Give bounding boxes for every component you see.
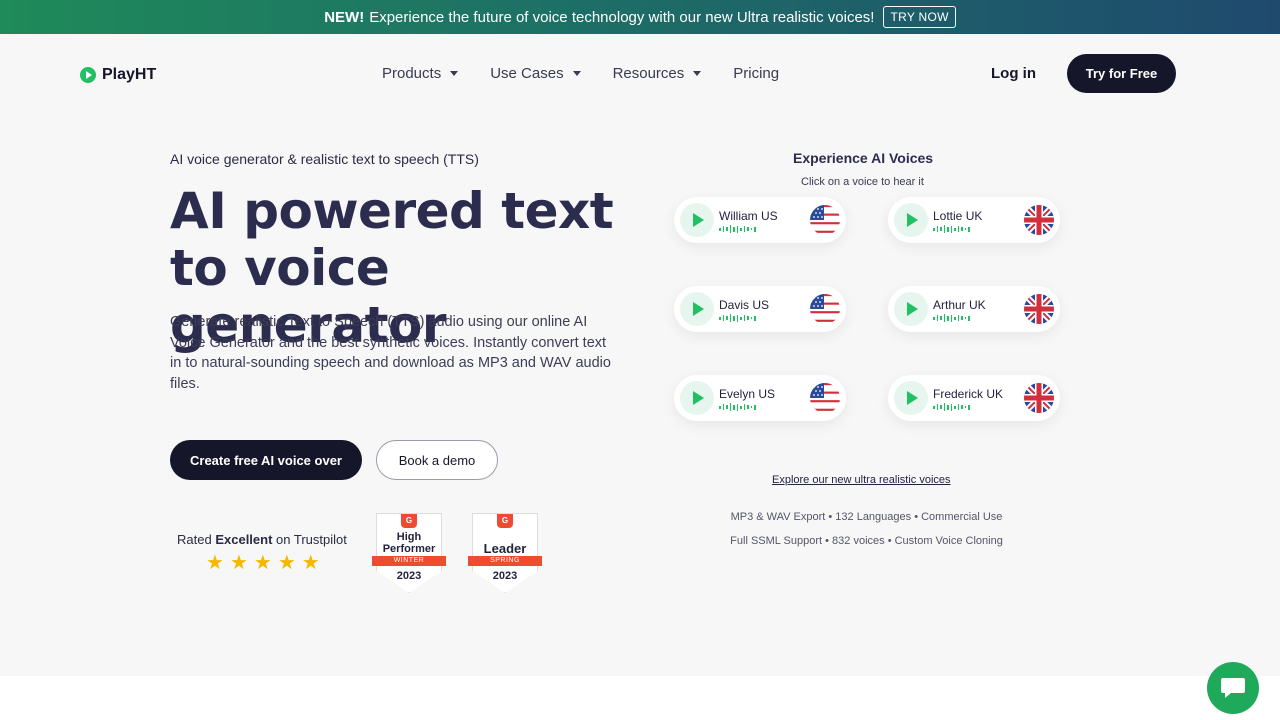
rated-suffix: on Trustpilot	[276, 532, 347, 547]
hero-description: Generate realistic Text to Speech (TTS) …	[170, 314, 611, 392]
badge-year: 2023	[492, 570, 518, 582]
us-flag-icon	[810, 383, 840, 413]
rated-bold: Excellent	[215, 532, 273, 547]
rated-prefix: Rated	[177, 532, 212, 547]
menu-pricing[interactable]: Pricing	[733, 65, 779, 82]
menu-products-label: Products	[382, 65, 442, 82]
playht-logo[interactable]: PlayHT	[80, 66, 156, 84]
uk-flag-icon	[1024, 383, 1054, 413]
badge-ribbon: SPRING	[468, 556, 542, 566]
menu-resources[interactable]: Resources	[613, 65, 702, 82]
voice-card[interactable]: Frederick UK	[888, 375, 1060, 421]
banner-new-label: NEW!	[324, 8, 365, 26]
voices-subtitle: Click on a voice to hear it	[801, 176, 924, 188]
voice-name: Evelyn US	[719, 387, 776, 401]
voice-name: William US	[719, 209, 778, 223]
chevron-down-icon	[450, 71, 459, 76]
play-icon[interactable]	[680, 203, 714, 237]
us-flag-icon	[810, 294, 840, 324]
menu-products[interactable]: Products	[382, 65, 459, 82]
g2-badge-leader: G Leader SPRING 2023	[468, 513, 542, 595]
us-flag-icon	[810, 205, 840, 235]
star-icon: ★	[253, 552, 272, 574]
waveform-icon	[719, 314, 756, 322]
hero-eyebrow: AI voice generator & realistic text to s…	[170, 151, 479, 167]
voice-name: Lottie UK	[933, 209, 983, 223]
badge-year: 2023	[396, 570, 422, 582]
create-voice-over-button[interactable]: Create free AI voice over	[170, 440, 362, 480]
login-link[interactable]: Log in	[991, 65, 1036, 82]
waveform-icon	[933, 403, 970, 411]
menu-use-cases[interactable]: Use Cases	[490, 65, 581, 82]
trustpilot-rating: Rated Excellent on Trustpilot	[177, 532, 347, 547]
uk-flag-icon	[1024, 294, 1054, 324]
chevron-down-icon	[572, 71, 581, 76]
g2-logo-icon: G	[497, 514, 513, 528]
star-icon: ★	[206, 552, 224, 574]
menu-use-cases-label: Use Cases	[490, 65, 564, 82]
star-icon: ★	[229, 552, 248, 574]
menu-pricing-label: Pricing	[733, 65, 780, 82]
explore-voices-link[interactable]: Explore our new ultra realistic voices	[772, 474, 951, 486]
star-icon: ★	[277, 552, 296, 574]
voice-name: Davis US	[719, 298, 770, 312]
badge-title: High Performer	[382, 531, 436, 555]
book-demo-button[interactable]: Book a demo	[376, 440, 498, 480]
voice-name: Frederick UK	[933, 387, 1004, 401]
logo-text: PlayHT	[102, 66, 157, 83]
voices-title: Experience AI Voices	[793, 150, 934, 166]
features-line-1: MP3 & WAV Export • 132 Languages • Comme…	[730, 511, 1003, 523]
chevron-down-icon	[693, 71, 702, 76]
voice-card[interactable]: Davis US	[674, 286, 846, 332]
voice-name: Arthur UK	[933, 298, 986, 312]
voice-card[interactable]: William US	[674, 197, 846, 243]
voice-card[interactable]: Evelyn US	[674, 375, 846, 421]
g2-logo-icon: G	[401, 514, 417, 528]
next-section	[0, 676, 1280, 720]
badge-title: Leader	[483, 541, 527, 556]
try-for-free-button[interactable]: Try for Free	[1067, 54, 1176, 93]
announcement-banner: NEW! Experience the future of voice tech…	[0, 0, 1280, 34]
g2-badge-high-performer: G High Performer WINTER 2023	[372, 513, 446, 595]
play-icon[interactable]	[680, 381, 714, 415]
play-icon[interactable]	[680, 292, 714, 326]
rating-stars: ★ ★ ★ ★ ★	[206, 552, 320, 574]
banner-text: Experience the future of voice technolog…	[369, 8, 875, 26]
waveform-icon	[933, 314, 970, 322]
star-icon: ★	[301, 552, 320, 574]
play-icon[interactable]	[894, 292, 928, 326]
main-menu: Products Use Cases Resources Pricing	[382, 65, 779, 82]
play-icon[interactable]	[894, 203, 928, 237]
uk-flag-icon	[1024, 205, 1054, 235]
play-logo-icon	[80, 67, 96, 83]
waveform-icon	[719, 403, 756, 411]
voice-card[interactable]: Lottie UK	[888, 197, 1060, 243]
waveform-icon	[719, 225, 756, 233]
voice-card[interactable]: Arthur UK	[888, 286, 1060, 332]
top-navigation: PlayHT Products Use Cases Resources Pric…	[0, 34, 1280, 114]
menu-resources-label: Resources	[612, 65, 685, 82]
chat-button[interactable]	[1207, 662, 1259, 714]
waveform-icon	[933, 225, 970, 233]
badge-ribbon: WINTER	[372, 556, 446, 566]
chat-bubble-icon	[1221, 678, 1245, 698]
features-line-2: Full SSML Support • 832 voices • Custom …	[730, 535, 1003, 547]
play-icon[interactable]	[894, 381, 928, 415]
try-now-button[interactable]: TRY NOW	[883, 6, 956, 28]
